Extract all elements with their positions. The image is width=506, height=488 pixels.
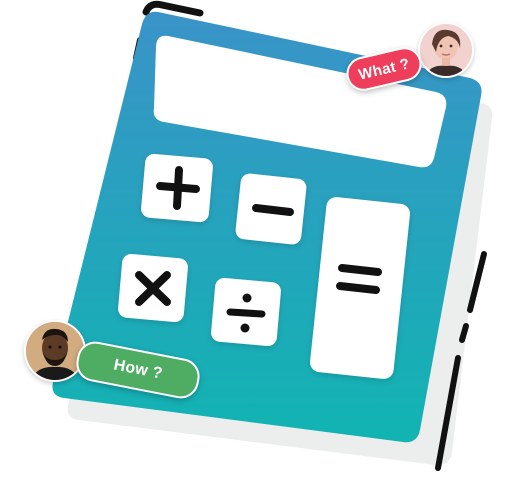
man-avatar-icon	[26, 322, 84, 380]
what-bubble-text: What ?	[356, 54, 412, 84]
illustration: What ? How ?	[0, 0, 506, 488]
how-bubble-text: How ?	[112, 356, 165, 383]
woman-avatar	[418, 22, 474, 78]
woman-avatar-icon	[420, 24, 472, 76]
calculator-edge-outline	[142, 0, 204, 17]
man-avatar	[24, 320, 86, 382]
minus-icon	[252, 204, 294, 216]
